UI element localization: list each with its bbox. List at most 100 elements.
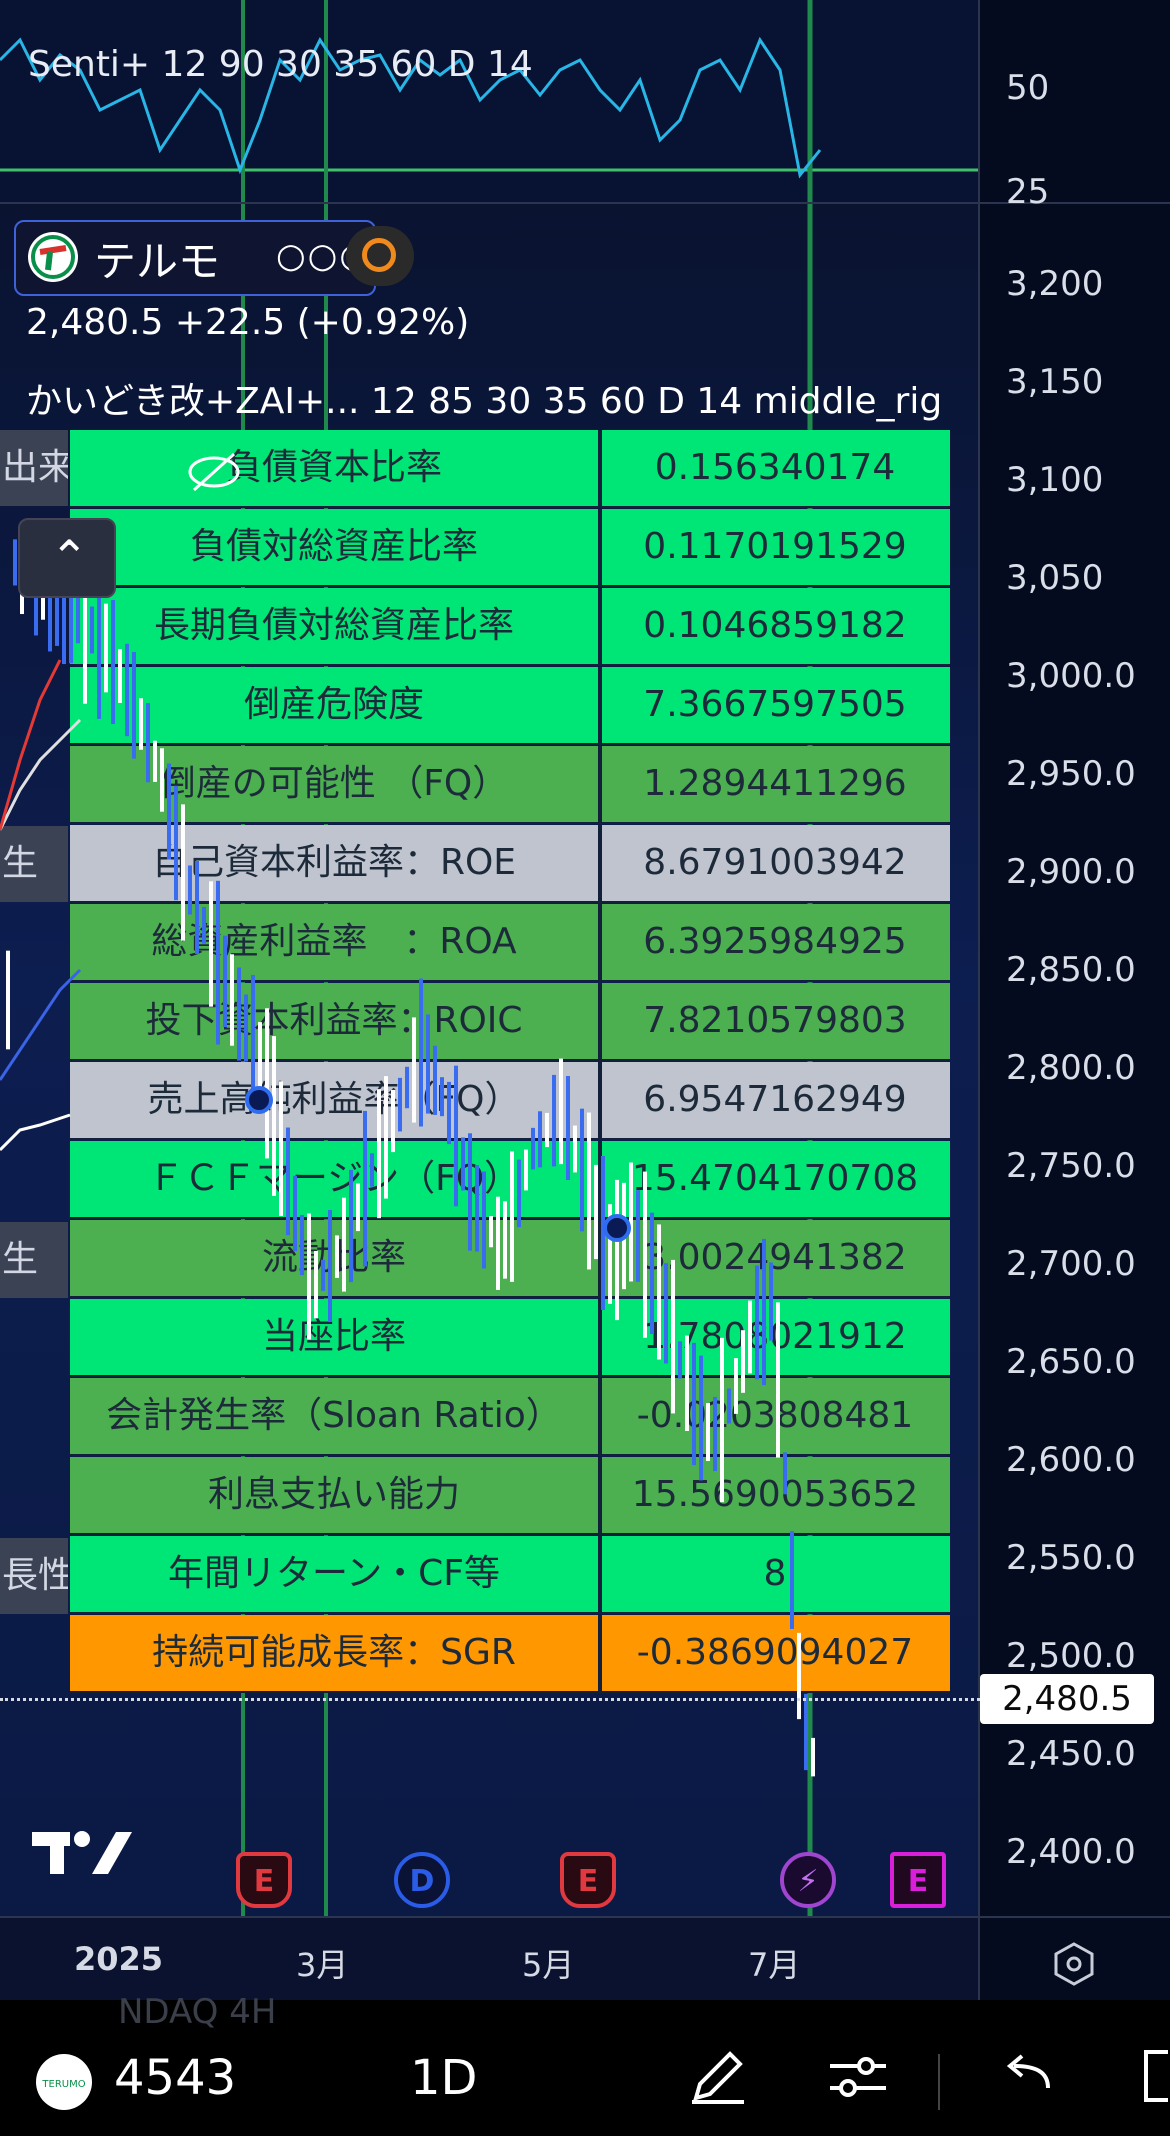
candle — [734, 1358, 738, 1414]
candle — [727, 1388, 731, 1424]
candle — [517, 1159, 521, 1228]
candle — [279, 1081, 283, 1216]
candle — [538, 1111, 542, 1168]
price-change: 2,480.5 +22.5 (+0.92%) — [26, 302, 470, 343]
moving-average-line — [0, 659, 62, 831]
flash-icon[interactable]: ⚡ — [780, 1852, 836, 1908]
axis-divider — [0, 1916, 1170, 1918]
price-scale-tick: 3,000.0 — [1006, 656, 1136, 696]
candle — [237, 967, 241, 1061]
candle — [90, 606, 94, 654]
last-price-label: 2,480.5 — [980, 1674, 1154, 1724]
candle — [6, 950, 10, 1050]
candle — [503, 1201, 507, 1279]
price-scale-tick: 2,850.0 — [1006, 950, 1136, 990]
candle — [496, 1196, 500, 1290]
price-scale-tick: 2,500.0 — [1006, 1636, 1136, 1676]
candle — [195, 860, 199, 955]
candle — [769, 1262, 773, 1341]
candle — [587, 1112, 591, 1270]
candle — [139, 698, 143, 750]
chart-settings-icon[interactable] — [1050, 1940, 1098, 1998]
candle — [440, 1077, 444, 1117]
osc-scale-tick: 25 — [1006, 172, 1050, 212]
dividend-icon[interactable]: D — [394, 1852, 450, 1908]
pen-icon[interactable] — [686, 2044, 750, 2121]
price-scale-tick: 2,800.0 — [1006, 1048, 1136, 1088]
candle — [741, 1330, 745, 1393]
candle — [181, 804, 185, 941]
candle — [489, 1216, 493, 1248]
candle — [174, 785, 178, 901]
candle — [559, 1058, 563, 1165]
earnings-icon[interactable]: E — [236, 1852, 292, 1908]
candle — [244, 994, 248, 1062]
candle — [594, 1164, 598, 1260]
moving-average-line — [0, 968, 82, 1081]
candle — [300, 1214, 304, 1276]
earnings-icon[interactable]: E — [560, 1852, 616, 1908]
candle — [650, 1212, 654, 1334]
candle — [405, 1066, 409, 1109]
price-scale-tick: 3,050 — [1006, 558, 1104, 598]
moving-average-line — [0, 1113, 71, 1152]
terumo-logo-icon — [28, 232, 78, 282]
candle — [370, 1153, 374, 1187]
svg-text:TERUMO: TERUMO — [41, 2079, 85, 2090]
candle — [104, 603, 108, 693]
price-scale-tick: 3,200 — [1006, 264, 1104, 304]
candle — [454, 1065, 458, 1207]
candle — [286, 1127, 290, 1236]
candle — [356, 1183, 360, 1232]
candle — [391, 1089, 395, 1153]
candle — [293, 1175, 297, 1252]
candle — [426, 1014, 430, 1114]
time-axis-label: 5月 — [522, 1946, 575, 1984]
fullscreen-icon[interactable] — [1138, 2044, 1170, 2121]
earnings-icon[interactable]: E — [890, 1852, 946, 1908]
candle — [335, 1235, 339, 1278]
candle — [545, 1112, 549, 1148]
symbol-search-button[interactable]: 4543 — [114, 2050, 236, 2106]
candle — [118, 649, 122, 703]
candle — [468, 1133, 472, 1251]
candle — [419, 978, 423, 1127]
candle — [783, 1452, 787, 1495]
candle — [363, 1110, 367, 1267]
candle — [713, 1396, 717, 1472]
price-scale-tick: 3,100 — [1006, 460, 1104, 500]
candle — [755, 1265, 759, 1380]
candle — [699, 1355, 703, 1481]
candle — [321, 1259, 325, 1291]
candle — [384, 1076, 388, 1199]
price-scale-tick: 2,550.0 — [1006, 1538, 1136, 1578]
undo-icon[interactable] — [1000, 2044, 1056, 2113]
time-axis-label: 7月 — [748, 1946, 801, 1984]
tradingview-logo-icon[interactable] — [30, 1826, 134, 1882]
candle — [636, 1190, 640, 1282]
visibility-off-icon[interactable] — [186, 448, 242, 506]
candle — [531, 1127, 535, 1170]
candle — [132, 652, 136, 759]
alert-icon — [362, 238, 396, 272]
sliders-icon[interactable] — [826, 2044, 890, 2121]
candle — [272, 1036, 276, 1196]
candle — [790, 1531, 794, 1629]
candle — [216, 880, 220, 1045]
candle — [720, 1337, 724, 1503]
symbol-logo-icon[interactable]: TERUMO — [36, 2054, 92, 2110]
collapse-legend-button[interactable]: ⌃ — [18, 518, 116, 598]
candle — [398, 1077, 402, 1132]
interval-button[interactable]: 1D — [410, 2050, 478, 2106]
candle — [265, 1008, 269, 1159]
price-scale-tick: 2,450.0 — [1006, 1734, 1136, 1774]
candle — [566, 1076, 570, 1180]
candle — [13, 539, 17, 586]
symbol-name[interactable]: テルモ — [94, 228, 220, 289]
candle — [678, 1341, 682, 1379]
indicator-legend[interactable]: かいどき改+ZAI+... 12 85 30 35 60 D 14 middle… — [26, 372, 966, 424]
candle — [706, 1402, 710, 1462]
price-scale-tick: 2,700.0 — [1006, 1244, 1136, 1284]
candle — [804, 1693, 808, 1771]
candle — [657, 1224, 661, 1360]
